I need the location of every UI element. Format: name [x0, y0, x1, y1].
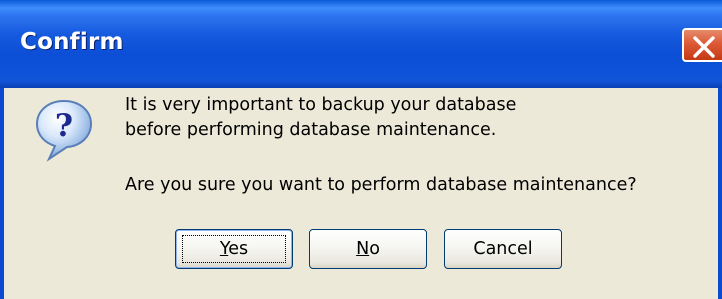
window-title: Confirm — [20, 29, 124, 55]
message-text: It is very important to backup your data… — [125, 93, 516, 143]
title-bar[interactable]: Confirm — [0, 0, 722, 88]
yes-button[interactable]: Yes — [175, 229, 293, 269]
no-button-label: No — [356, 239, 380, 259]
close-button[interactable] — [682, 28, 722, 62]
question-text: Are you sure you want to perform databas… — [125, 175, 637, 195]
window-border-left — [0, 88, 4, 299]
yes-button-label: Yes — [219, 239, 249, 259]
message-line: It is very important to backup your data… — [125, 95, 517, 115]
cancel-button[interactable]: Cancel — [444, 229, 562, 269]
no-button[interactable]: No — [309, 229, 427, 269]
message-line: before performing database maintenance. — [125, 120, 497, 140]
window-border-right — [718, 88, 722, 299]
confirm-dialog: Confirm ? It is very important to backup… — [0, 0, 722, 299]
focus-ring: Yes — [182, 235, 286, 263]
close-icon — [693, 36, 715, 58]
svg-text:?: ? — [55, 108, 73, 144]
question-icon: ? — [35, 99, 93, 162]
